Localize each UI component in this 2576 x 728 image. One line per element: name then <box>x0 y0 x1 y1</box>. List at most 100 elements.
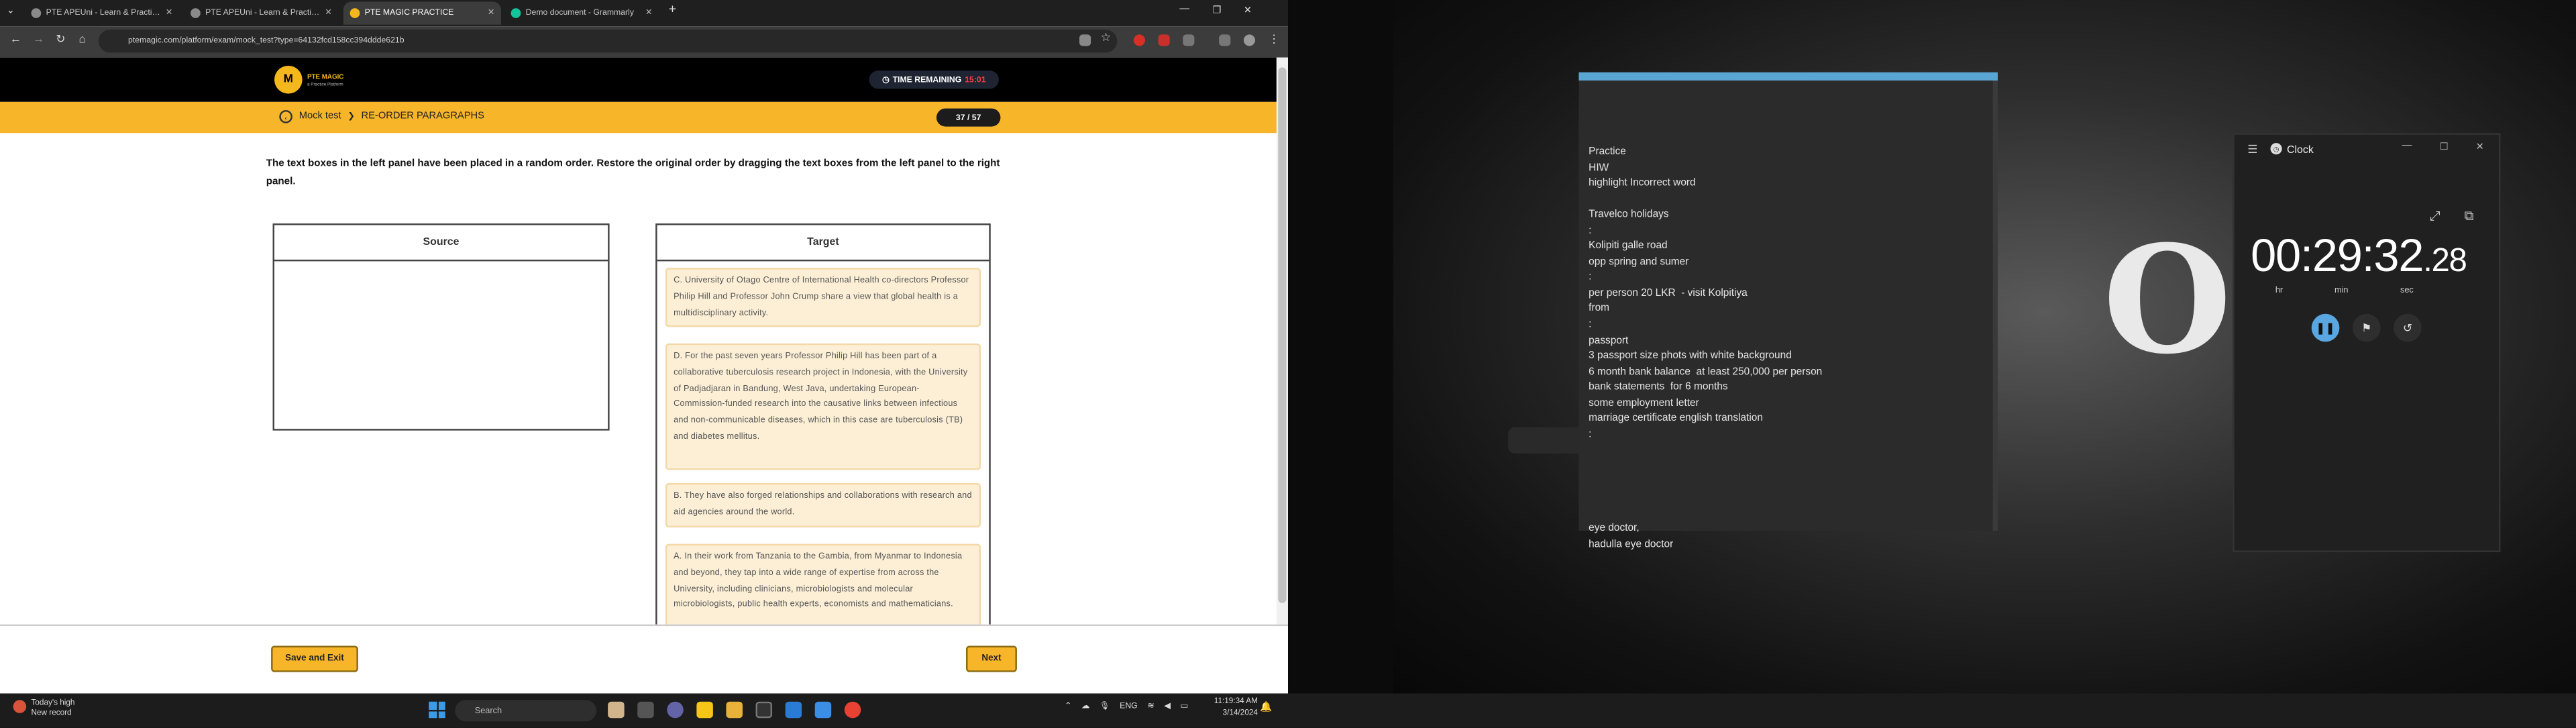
minimize-icon[interactable]: — <box>2402 142 2412 152</box>
menu-kebab-icon[interactable]: ⋮ <box>1269 34 1280 48</box>
tab-label: Demo document - Grammarly <box>525 8 634 18</box>
chrome-icon[interactable] <box>844 701 861 719</box>
expand-icon[interactable]: ⤢ <box>2430 209 2440 225</box>
sticky-notes-window[interactable]: Practice HIW highlight Incorrect word Tr… <box>1578 72 1998 550</box>
stopwatch-centiseconds: .28 <box>2423 243 2467 280</box>
source-title: Source <box>274 225 608 262</box>
chevron-up-icon[interactable]: ⌃ <box>1065 702 1071 712</box>
lap-button[interactable]: ⚑ <box>2352 313 2381 342</box>
flag-icon: ⚑ <box>2361 323 2372 335</box>
back-circle-icon[interactable]: ‹ <box>279 110 292 123</box>
paragraph-card-b[interactable]: B. They have also forged relationships a… <box>665 483 981 528</box>
reload-icon[interactable]: ↻ <box>56 34 65 48</box>
close-icon[interactable]: ✕ <box>325 8 331 18</box>
source-panel[interactable]: Source <box>272 223 610 431</box>
taskbar-app-icon[interactable] <box>755 701 773 719</box>
address-bar-row: ← → ↻ ⌂ ptemagic.com/platform/exam/mock_… <box>0 26 1289 58</box>
onedrive-icon[interactable]: ☁ <box>1081 702 1089 712</box>
restore-icon[interactable]: ❐ <box>1212 5 1221 17</box>
time-remaining-badge: ◷ TIME REMAINING 15:01 <box>869 70 999 89</box>
clock-app-icon: ◷ <box>2270 143 2282 155</box>
new-tab-button[interactable]: + <box>669 1 676 16</box>
paragraph-card-c[interactable]: C. University of Otago Centre of Interna… <box>665 268 981 327</box>
close-icon[interactable]: ✕ <box>645 8 652 18</box>
target-panel[interactable]: Target C. University of Otago Centre of … <box>655 223 991 646</box>
tab-apeuni-2[interactable]: PTE APEUni - Learn & Practice PT ✕ <box>184 1 338 24</box>
wifi-icon[interactable]: ≋ <box>1147 702 1154 712</box>
profile-avatar[interactable] <box>1243 34 1256 46</box>
logo-wordmark: PTE MAGIC a Practice Platform <box>307 72 343 88</box>
tab-label: PTE APEUni - Learn & Practice PT <box>46 8 161 18</box>
pte-header: M PTE MAGIC a Practice Platform ◷ TIME R… <box>0 57 1277 102</box>
sidebar-icon[interactable] <box>1219 34 1231 46</box>
password-key-icon[interactable] <box>1079 34 1091 46</box>
compact-overlay-icon[interactable]: ⧉ <box>2464 209 2473 225</box>
taskbar-time: 11:19:34 AM <box>1214 698 1258 707</box>
microphone-icon[interactable]: 🎙 <box>1099 702 1110 712</box>
reset-button[interactable]: ↺ <box>2394 313 2422 342</box>
tab-pte-magic[interactable]: PTE MAGIC PRACTICE ✕ <box>343 1 501 25</box>
system-tray: ⌃ ☁ 🎙 ENG ≋ ◀ ▭ <box>1065 702 1188 712</box>
exam-footer: Save and Exit Next <box>0 624 1289 694</box>
notes-scrollbar[interactable] <box>1992 81 1998 531</box>
taskbar-clock[interactable]: 11:19:34 AM 3/14/2024 <box>1214 698 1258 720</box>
breadcrumb-section[interactable]: Mock test <box>299 112 341 122</box>
taskbar-search[interactable]: Search <box>455 700 596 722</box>
breadcrumb: ‹ Mock test ❯ RE-ORDER PARAGRAPHS <box>279 110 484 123</box>
file-explorer-icon[interactable] <box>726 701 743 719</box>
reset-icon: ↺ <box>2402 323 2413 335</box>
minimize-icon[interactable]: — <box>1179 5 1189 15</box>
start-button[interactable] <box>429 701 445 719</box>
clock-app-window: ☰ ◷ Clock — ☐ ✕ ⤢ ⧉ 00:29:32.28 hr min s… <box>2233 133 2501 552</box>
close-icon[interactable]: ✕ <box>166 8 172 18</box>
page-scrollbar[interactable] <box>1276 57 1289 625</box>
weather-line-1: Today's high <box>31 700 75 709</box>
tab-label: PTE APEUni - Learn & Practice PT <box>205 8 321 18</box>
language-indicator[interactable]: ENG <box>1120 702 1138 712</box>
teams-icon[interactable] <box>667 701 684 719</box>
extensions-puzzle-icon[interactable] <box>1183 34 1195 46</box>
battery-icon[interactable]: ▭ <box>1181 702 1189 712</box>
globe-icon <box>191 8 201 18</box>
pte-magic-logo[interactable]: M PTE MAGIC a Practice Platform <box>274 65 356 94</box>
pause-icon: ❚❚ <box>2316 323 2335 335</box>
task-view-icon[interactable] <box>637 701 654 719</box>
tab-grammarly[interactable]: Demo document - Grammarly ✕ <box>504 1 659 24</box>
url-field[interactable]: ptemagic.com/platform/exam/mock_test?typ… <box>98 30 1118 53</box>
next-button[interactable]: Next <box>966 645 1017 672</box>
breadcrumb-bar: ‹ Mock test ❯ RE-ORDER PARAGRAPHS 37 / 5… <box>0 101 1277 134</box>
close-icon[interactable]: ✕ <box>2476 142 2484 153</box>
paragraph-card-d[interactable]: D. For the past seven years Professor Ph… <box>665 343 981 470</box>
notes-text[interactable]: Practice HIW highlight Incorrect word Tr… <box>1589 145 1983 553</box>
extension-red-icon[interactable] <box>1133 34 1145 46</box>
question-content: The text boxes in the left panel have be… <box>0 133 1277 646</box>
hamburger-menu-icon[interactable]: ☰ <box>2247 143 2257 156</box>
close-window-icon[interactable]: ✕ <box>1244 5 1252 17</box>
url-text: ptemagic.com/platform/exam/mock_test?typ… <box>128 36 405 46</box>
notification-bell-icon[interactable]: 🔔 <box>1260 702 1276 718</box>
maximize-icon[interactable]: ☐ <box>2440 142 2449 153</box>
save-and-exit-button[interactable]: Save and Exit <box>271 645 358 672</box>
paragraph-card-a[interactable]: A. In their work from Tanzania to the Ga… <box>665 543 981 638</box>
pause-button[interactable]: ❚❚ <box>2311 313 2340 342</box>
store-icon[interactable] <box>814 701 832 719</box>
vscode-icon[interactable] <box>785 701 802 719</box>
close-icon[interactable]: ✕ <box>488 8 494 18</box>
copilot-icon[interactable] <box>608 701 625 719</box>
weather-icon <box>13 700 27 713</box>
chevron-right-icon: ❯ <box>347 111 355 122</box>
volume-icon[interactable]: ◀ <box>1164 702 1170 712</box>
tab-strip: ⌄ PTE APEUni - Learn & Practice PT ✕ PTE… <box>0 0 1289 27</box>
tab-search-icon[interactable]: ⌄ <box>7 5 15 17</box>
tab-apeuni-1[interactable]: PTE APEUni - Learn & Practice PT ✕ <box>25 1 179 24</box>
weather-widget[interactable]: Today's high New record <box>13 700 75 719</box>
taskbar: Today's high New record Search ⌃ ☁ 🎙 ENG… <box>0 693 2576 728</box>
home-icon[interactable]: ⌂ <box>79 34 86 48</box>
bookmark-star-icon[interactable]: ☆ <box>1101 32 1112 44</box>
forward-icon[interactable]: → <box>33 34 44 48</box>
extension-abp-icon[interactable] <box>1158 34 1170 46</box>
clock-icon: ◷ <box>881 74 890 85</box>
sticky-notes-icon[interactable] <box>696 701 713 719</box>
scrollbar-thumb[interactable] <box>1278 67 1287 603</box>
back-icon[interactable]: ← <box>10 34 21 48</box>
